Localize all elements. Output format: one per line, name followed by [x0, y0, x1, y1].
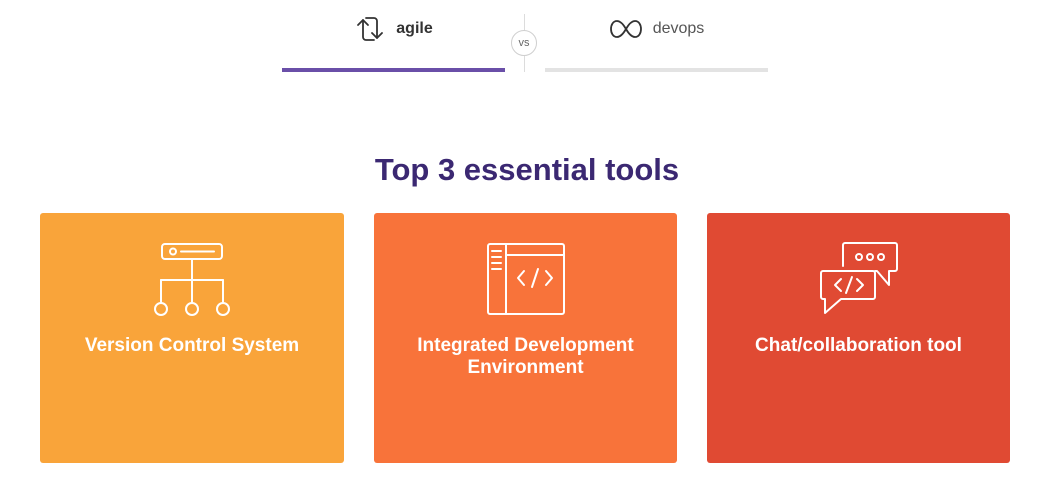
tool-card-label: Version Control System [84, 335, 300, 356]
tab-agile[interactable]: agile [282, 0, 505, 72]
tab-bar: agile vs devops [282, 0, 768, 72]
infinity-icon [609, 20, 642, 38]
tool-card-chat: Chat/collaboration tool [707, 213, 1010, 463]
vs-badge: vs [511, 30, 537, 56]
tab-agile-underline [282, 68, 505, 72]
tab-agile-label: agile [396, 20, 433, 37]
section-title: Top 3 essential tools [374, 152, 680, 187]
tab-devops-content: devops [609, 17, 705, 41]
tool-card-version-control: Version Control System [40, 213, 344, 463]
sync-arrows-icon [357, 17, 384, 41]
tab-devops-underline [545, 68, 768, 72]
chat-code-bubbles-icon [819, 242, 898, 314]
version-control-tree-icon [154, 243, 230, 316]
tab-devops-label: devops [652, 20, 705, 37]
tool-card-label: Integrated Development Environment [417, 335, 634, 378]
tab-agile-content: agile [354, 13, 433, 45]
tool-card-label: Chat/collaboration tool [755, 335, 962, 356]
tab-devops[interactable]: devops [545, 0, 768, 72]
tool-card-ide: Integrated Development Environment [374, 213, 677, 463]
code-editor-icon [486, 243, 565, 315]
